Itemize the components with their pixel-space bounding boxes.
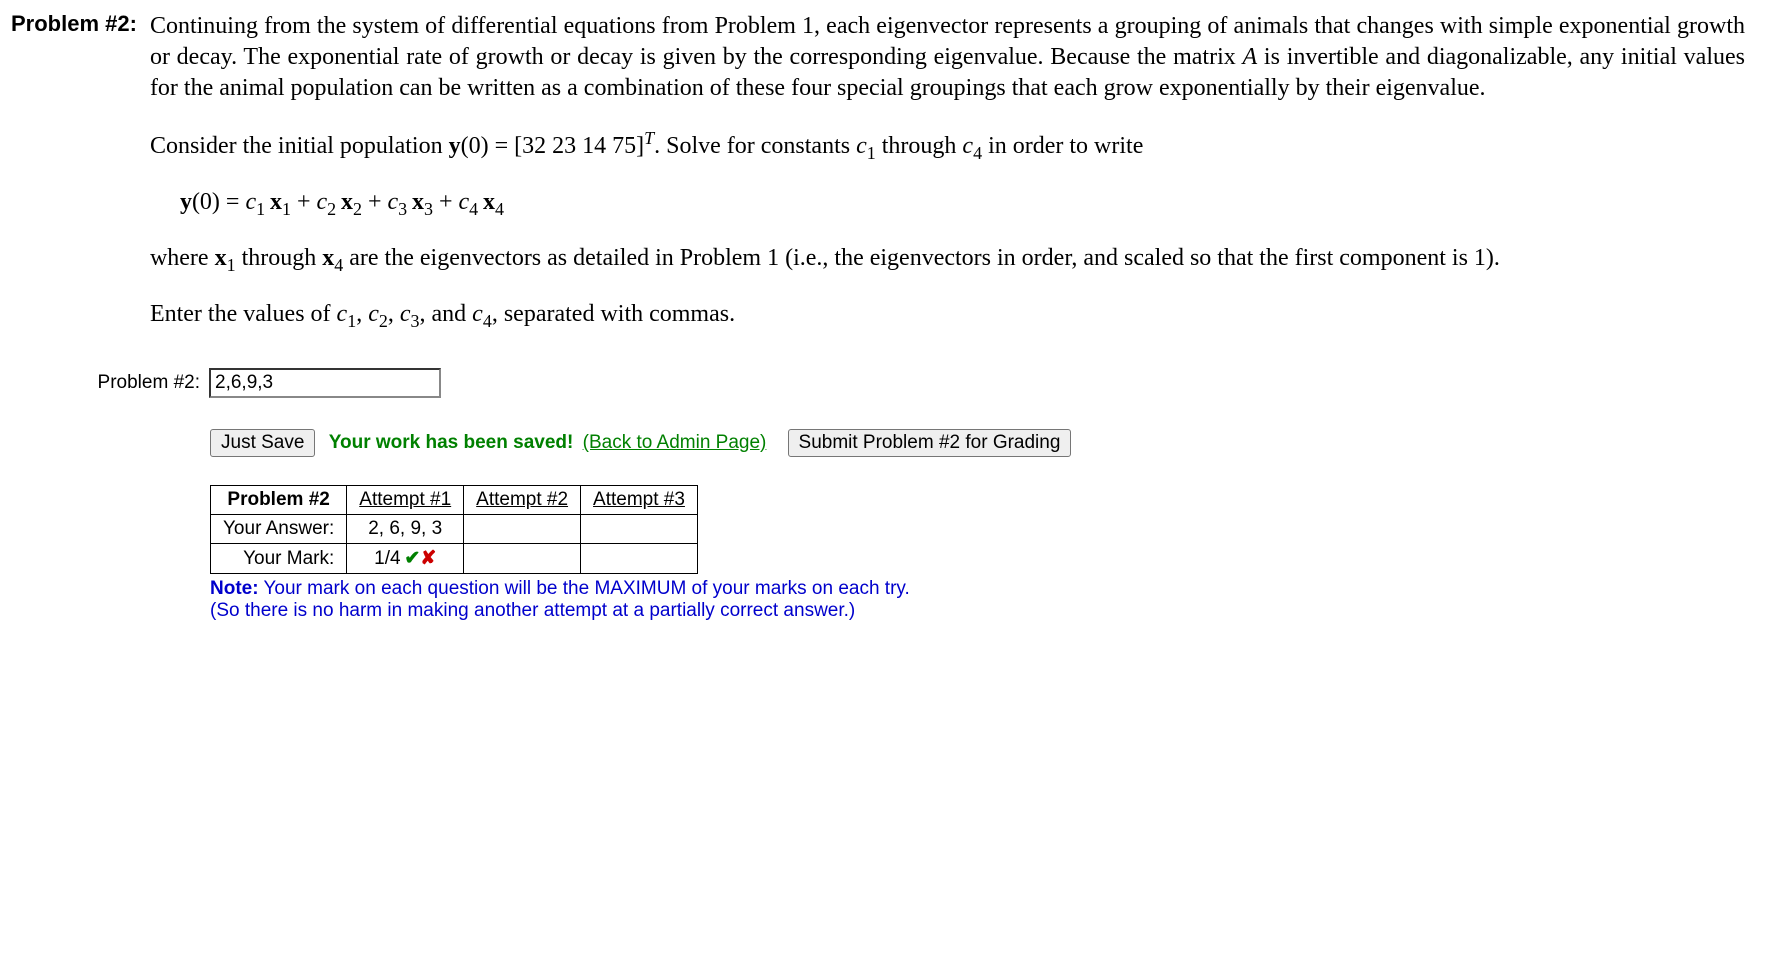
answer-cell-1: 2, 6, 9, 3 [347, 515, 464, 544]
saved-message: Your work has been saved! [329, 432, 574, 453]
your-mark-label: Your Mark: [211, 544, 347, 574]
answer-input[interactable] [209, 368, 441, 398]
answer-input-label: Problem #2: [10, 367, 208, 399]
answer-row: Problem #2: [10, 367, 442, 399]
mark-cell-2 [464, 544, 581, 574]
attempt-header-2[interactable]: Attempt #2 [464, 486, 581, 515]
attempt-header-1[interactable]: Attempt #1 [347, 486, 464, 515]
back-to-admin-link[interactable]: (Back to Admin Page) [583, 432, 767, 453]
results-table: Problem #2 Attempt #1 Attempt #2 Attempt… [210, 485, 698, 574]
answer-cell-3 [581, 515, 698, 544]
paragraph-3: where x1 through x4 are the eigenvectors… [150, 243, 1745, 277]
just-save-button[interactable]: Just Save [210, 429, 315, 457]
action-row: Just Save Your work has been saved! (Bac… [210, 429, 1746, 457]
check-icon: ✔ [404, 548, 420, 569]
note-text: Note: Your mark on each question will be… [210, 578, 1746, 622]
paragraph-2: Consider the initial population y(0) = [… [150, 127, 1745, 165]
paragraph-4: Enter the values of c1, c2, c3, and c4, … [150, 299, 1745, 333]
problem-body: Continuing from the system of differenti… [150, 11, 1745, 333]
problem-layout: Problem #2: Continuing from the system o… [10, 10, 1746, 363]
your-answer-label: Your Answer: [211, 515, 347, 544]
problem-label: Problem #2: [10, 10, 149, 356]
submit-button[interactable]: Submit Problem #2 for Grading [788, 429, 1072, 457]
answer-cell-2 [464, 515, 581, 544]
mark-cell-3 [581, 544, 698, 574]
attempt-header-3[interactable]: Attempt #3 [581, 486, 698, 515]
mark-cell-1: 1/4 ✔✘ [347, 544, 464, 574]
cross-icon: ✘ [420, 548, 436, 569]
equation: y(0) = c1 x1 + c2 x2 + c3 x3 + c4 x4 [180, 187, 1745, 221]
paragraph-1: Continuing from the system of differenti… [150, 11, 1745, 105]
results-corner: Problem #2 [211, 486, 347, 515]
